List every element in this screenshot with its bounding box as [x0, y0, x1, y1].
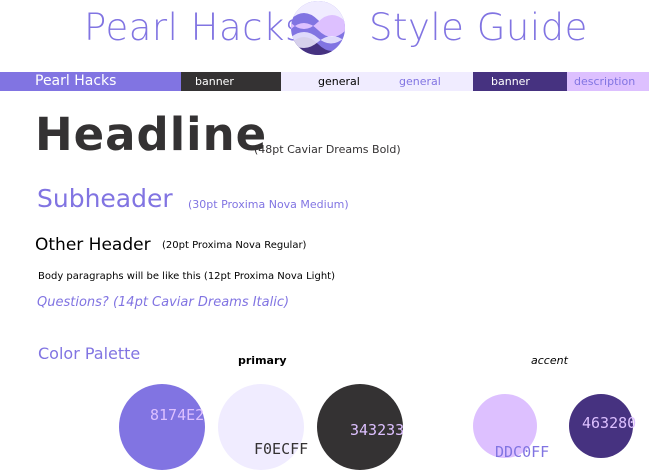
swatch-segment-label: description	[574, 75, 636, 88]
color-hex-label: F0ECFF	[254, 440, 309, 458]
color-swatch-8174e2	[119, 384, 205, 470]
subheader-note: (30pt Proxima Nova Medium)	[188, 198, 349, 211]
pearl-wave-logo-icon	[291, 1, 345, 55]
headline-sample: Headline	[35, 108, 268, 161]
title-right: Style Guide	[369, 6, 588, 49]
swatch-segment-label: banner	[491, 75, 530, 88]
swatch-bar: Pearl Hacks banner general general banne…	[0, 72, 649, 91]
color-hex-label: 463280	[582, 414, 637, 432]
swatch-segment-label: general	[318, 75, 360, 88]
other-header-sample: Other Header	[35, 235, 151, 255]
swatch-segment-primary: Pearl Hacks	[0, 72, 181, 91]
swatch-segment-banner-dark: banner	[181, 72, 281, 91]
title-left: Pearl Hacks	[84, 6, 305, 49]
primary-label: primary	[238, 354, 287, 367]
color-hex-label: DDC0FF	[495, 443, 550, 461]
swatch-segment-label: Pearl Hacks	[35, 73, 117, 89]
swatch-segment-label: general	[399, 75, 441, 88]
body-sample: Body paragraphs will be like this (12pt …	[38, 271, 335, 282]
swatch-segment-description: description	[567, 72, 649, 91]
color-hex-label: 8174E2	[150, 406, 205, 424]
color-hex-label: 343233	[350, 421, 405, 439]
palette-title: Color Palette	[38, 344, 141, 363]
swatch-segment-banner-purple: banner	[473, 72, 567, 91]
other-header-note: (20pt Proxima Nova Regular)	[162, 240, 307, 251]
swatch-segment-label: banner	[195, 75, 234, 88]
subheader-sample: Subheader	[37, 184, 173, 213]
swatch-segment-general: general general	[281, 72, 473, 91]
headline-note: (48pt Caviar Dreams Bold)	[254, 143, 401, 156]
style-guide-page: Pearl Hacks Style Guide Pearl Hacks bann…	[0, 0, 649, 470]
accent-label: accent	[531, 354, 568, 367]
questions-sample: Questions? (14pt Caviar Dreams Italic)	[37, 295, 290, 310]
